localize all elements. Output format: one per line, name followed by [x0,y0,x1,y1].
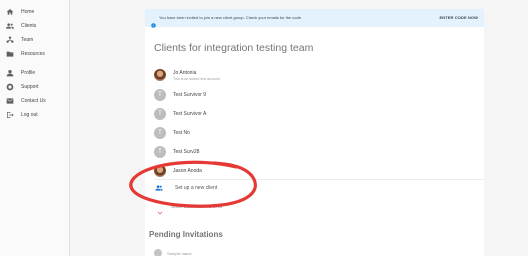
client-row[interactable]: T Test Survivor A [154,107,206,121]
sidebar-item-support[interactable]: Support [0,81,70,93]
sidebar-item-label: Home [21,9,35,15]
add-people-icon [154,184,164,192]
pending-invite-row[interactable]: Sample name [154,249,192,256]
show-deactivated-label: Show Deactivated Clients [171,203,223,209]
client-name: Jo Antonia [173,69,197,76]
sidebar-item-label: Resources [21,51,45,57]
avatar [154,69,166,81]
sidebar-item-label: Log out [21,112,38,118]
divider [154,179,484,180]
sidebar-item-label: Team [21,37,34,43]
chevron-down-icon [157,203,163,215]
sidebar-item-label: Profile [21,70,36,76]
client-name: Test No [173,130,190,136]
client-name: Test Survivor A [173,111,207,117]
avatar: T [154,108,166,120]
folder-icon [5,49,15,59]
sidebar-item-home[interactable]: Home [0,6,70,18]
banner-message: You have been invited to join a new clie… [159,15,303,20]
show-deactivated-toggle[interactable]: Show Deactivated Clients [157,202,223,215]
sidebar-item-contact[interactable]: Contact Us [0,95,70,107]
people-icon [5,21,15,31]
page-title: Clients for integration testing team [154,42,314,54]
sidebar-item-label: Contact Us [21,98,46,104]
client-name: Test Surv28 [173,149,200,155]
clients-card: You have been invited to join a new clie… [145,9,484,256]
client-row[interactable]: Jo Antonia This is an added test account [154,68,220,82]
client-row[interactable]: Jason Anoda [154,164,202,178]
sidebar-item-team[interactable]: Team [0,34,70,46]
pending-invite-name: Sample name [167,250,192,256]
person-icon [5,68,15,78]
avatar [154,165,166,177]
avatar: T [154,89,166,101]
info-icon [151,15,156,28]
client-row[interactable]: T Test No [154,126,190,140]
client-row[interactable]: T Test Survivor 9 [154,88,206,102]
client-subtitle: This is an added test account [173,76,220,81]
sidebar-item-logout[interactable]: Log out [0,109,70,121]
setup-client-button[interactable]: Set up a new client [154,183,217,193]
pending-invitations-title: Pending Invitations [149,230,223,239]
invite-banner: You have been invited to join a new clie… [145,9,484,28]
avatar [154,249,162,256]
client-row[interactable]: T Test Surv28 [154,145,199,159]
client-name: Jason Anoda [173,168,202,174]
home-icon [5,7,15,17]
avatar: T [154,146,166,158]
support-icon [5,82,15,92]
sidebar-item-label: Clients [21,23,37,29]
enter-code-button[interactable]: ENTER CODE NOW [439,15,478,20]
sidebar-item-clients[interactable]: Clients [0,20,70,32]
sidebar-nav: Home Clients Team Resources Profile Supp… [0,0,70,256]
sidebar-item-label: Support [21,84,39,90]
sidebar-item-profile[interactable]: Profile [0,67,70,79]
logout-icon [5,110,15,120]
sidebar-item-resources[interactable]: Resources [0,48,70,60]
mail-icon [5,96,15,106]
team-icon [5,35,15,45]
client-name: Test Survivor 9 [173,92,207,98]
setup-client-label: Set up a new client [175,185,218,191]
avatar: T [154,127,166,139]
